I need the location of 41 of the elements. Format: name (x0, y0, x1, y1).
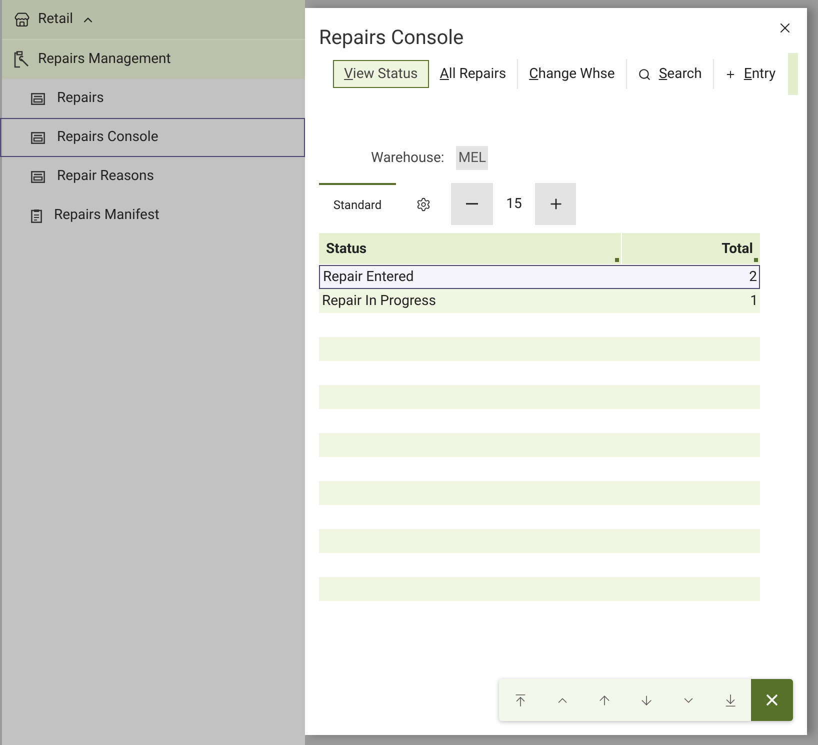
menu-group-label: Retail (38, 10, 74, 29)
clipboard-icon (31, 208, 42, 222)
toolbar-button[interactable]: Change Whse (518, 60, 626, 88)
toolbar-button[interactable]: View Status (333, 60, 429, 88)
table-cell-text: Repair Entered (322, 268, 415, 286)
table-row[interactable]: Repair Entered 2 (319, 265, 760, 289)
table-cell-text: 1 (749, 292, 759, 310)
table-row[interactable]: Repair In Progress 1 (319, 289, 760, 313)
warehouse-label: Warehouse: (371, 148, 444, 168)
sidebar-item[interactable]: Repairs Manifest (2, 196, 305, 235)
plus-icon (724, 68, 736, 80)
plus-icon (548, 196, 564, 212)
toolbar-button[interactable]: Search (626, 60, 713, 88)
toolbar-button[interactable]: All Repairs (428, 60, 518, 88)
dialog-title: Repairs Console (319, 24, 464, 51)
decrement-button[interactable] (451, 183, 493, 225)
store-icon (14, 12, 30, 28)
sidebar-item[interactable]: Repairs Console (0, 118, 305, 157)
table-cell-text: 2 (748, 268, 758, 286)
minus-icon (466, 203, 478, 205)
menu-section[interactable]: Repairs Management (2, 40, 305, 79)
settings-icon[interactable] (416, 196, 431, 212)
form-icon (31, 170, 45, 182)
page-size-field[interactable]: 15 (493, 183, 535, 225)
sidebar-item[interactable]: Repairs (2, 79, 305, 118)
menu-group[interactable]: Retail (2, 0, 305, 40)
menu-section-label: Repairs Management (38, 50, 171, 69)
close-navigation-button[interactable] (751, 679, 793, 721)
form-icon (31, 92, 45, 104)
view-tab[interactable]: Standard (319, 183, 396, 225)
sidebar-item[interactable]: Repair Reasons (2, 157, 305, 196)
column-header[interactable]: Total (622, 233, 760, 264)
scroll-indicator[interactable] (788, 53, 798, 95)
table-cell-text: Repair In Progress (321, 292, 437, 310)
warehouse-field: MEL (456, 146, 488, 170)
clipboard-wrench-icon (14, 51, 30, 68)
column-header[interactable]: Status (319, 233, 622, 264)
toolbar-button[interactable]: Entry (714, 60, 787, 88)
search-icon (638, 68, 651, 80)
form-icon (31, 132, 45, 144)
increment-button[interactable] (535, 183, 576, 225)
